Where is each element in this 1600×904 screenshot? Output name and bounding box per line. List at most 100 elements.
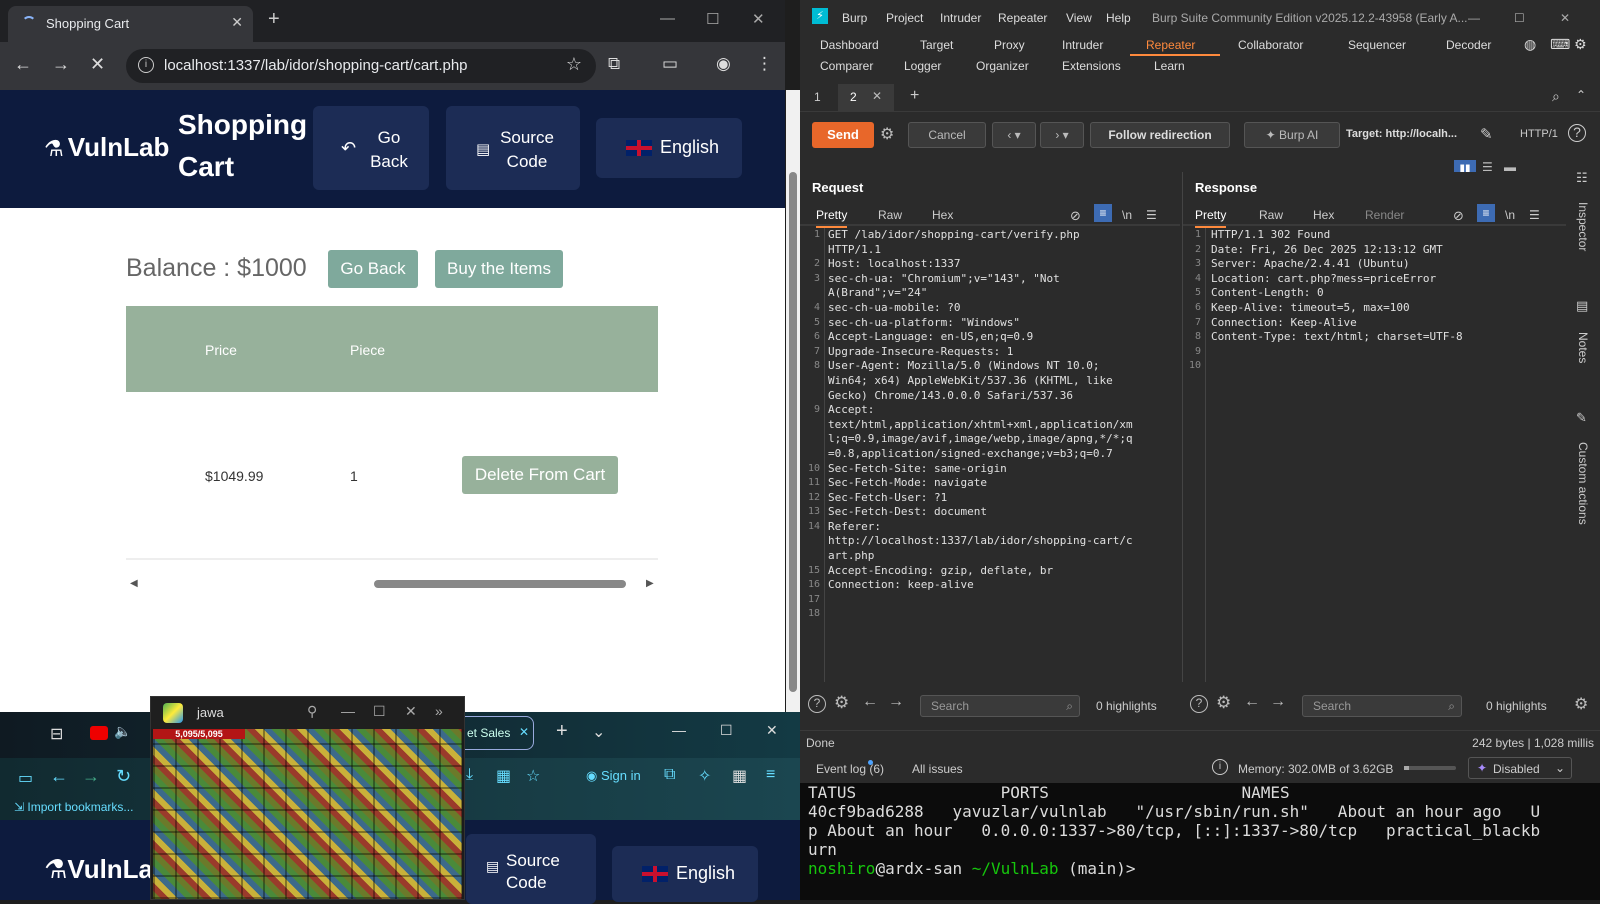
vulnlab-logo[interactable]: ⚗VulnLa xyxy=(44,854,153,885)
ai-disabled-dropdown[interactable]: ✦ Disabled ⌄ xyxy=(1468,757,1572,779)
stop-icon[interactable]: ✕ xyxy=(90,54,105,75)
download-icon[interactable]: ⤓ xyxy=(466,766,473,784)
tab-extensions[interactable]: Extensions xyxy=(1062,59,1121,73)
star-icon[interactable]: ☆ xyxy=(526,766,540,786)
minimize-icon[interactable]: — xyxy=(341,703,355,719)
newline-icon[interactable]: \n xyxy=(1122,208,1132,222)
profile-icon[interactable]: ◉ xyxy=(716,54,731,74)
bookmark-star-icon[interactable]: ☆ xyxy=(566,54,582,75)
menu-icon[interactable]: ⋮ xyxy=(756,54,773,74)
speaker-icon[interactable]: 🔈 xyxy=(114,723,131,740)
settings-gear-icon[interactable]: ⚙ xyxy=(1216,693,1231,713)
terminal-icon[interactable]: ⌨ xyxy=(1550,36,1570,53)
menu-burp[interactable]: Burp xyxy=(842,11,867,25)
tab-proxy[interactable]: Proxy xyxy=(994,38,1025,52)
settings-gear-icon[interactable]: ⚙ xyxy=(1574,694,1588,714)
pin-icon[interactable]: ⚲ xyxy=(307,703,317,720)
menu-project[interactable]: Project xyxy=(886,11,923,25)
tab-logger[interactable]: Logger xyxy=(904,59,941,73)
tab-target[interactable]: Target xyxy=(920,38,953,52)
close-window-icon[interactable]: ✕ xyxy=(405,703,417,720)
custom-actions-label[interactable]: Custom actions xyxy=(1576,442,1590,525)
burp-ai-button[interactable]: ✦ Burp AI xyxy=(1244,122,1340,148)
language-button[interactable]: English xyxy=(612,846,758,902)
minimize-icon[interactable]: — xyxy=(660,10,675,27)
settings-gear-icon[interactable]: ⚙ xyxy=(834,693,849,713)
buy-items-button[interactable]: Buy the Items xyxy=(435,250,563,288)
wrench-icon[interactable]: ✧ xyxy=(698,766,711,786)
prev-match-icon[interactable]: ← xyxy=(1244,693,1260,711)
extensions-icon[interactable]: ⧉ xyxy=(608,54,620,74)
notes-label[interactable]: Notes xyxy=(1576,332,1590,363)
add-tab-icon[interactable]: + xyxy=(910,87,919,105)
header-source-code-button[interactable]: ▤ Source Code xyxy=(446,106,580,190)
next-match-icon[interactable]: → xyxy=(888,693,904,711)
browser-tab[interactable]: Shopping Cart ✕ xyxy=(8,6,253,42)
chevron-down-icon[interactable]: ⌄ xyxy=(592,722,605,742)
help-icon[interactable]: ? xyxy=(1568,124,1586,142)
scroll-thumb[interactable] xyxy=(374,580,626,588)
apps-icon[interactable]: ▦ xyxy=(732,766,747,786)
request-search-input[interactable]: Search ⌕ xyxy=(920,695,1080,717)
wrap-icon[interactable]: ≡ xyxy=(1477,204,1495,222)
forward-icon[interactable]: → xyxy=(82,766,100,787)
wrap-icon[interactable]: ≡ xyxy=(1094,204,1112,222)
close-window-icon[interactable]: ✕ xyxy=(766,722,778,739)
settings-gear-icon[interactable]: ⚙ xyxy=(1574,36,1587,53)
menu-lines-icon[interactable]: ☰ xyxy=(1529,208,1540,222)
tab-learn[interactable]: Learn xyxy=(1154,59,1185,73)
tab-collaborator[interactable]: Collaborator xyxy=(1238,38,1303,52)
http-version[interactable]: HTTP/1 xyxy=(1520,128,1558,140)
sign-in-button[interactable]: ◉ Sign in xyxy=(586,768,641,784)
follow-redirection-button[interactable]: Follow redirection xyxy=(1090,122,1230,148)
inspector-icon[interactable]: ☷ xyxy=(1576,170,1588,186)
event-log-button[interactable]: Event log (6) xyxy=(816,762,884,776)
close-window-icon[interactable]: ✕ xyxy=(1560,11,1570,25)
minimize-icon[interactable]: — xyxy=(672,722,686,738)
response-search-input[interactable]: Search ⌕ xyxy=(1302,695,1462,717)
back-icon[interactable]: ← xyxy=(14,54,32,75)
cast-icon[interactable]: ▭ xyxy=(662,54,678,74)
send-button[interactable]: Send xyxy=(812,122,874,148)
request-tab-raw[interactable]: Raw xyxy=(878,208,902,222)
help-icon[interactable]: ? xyxy=(808,695,826,713)
delete-from-cart-button[interactable]: Delete From Cart xyxy=(462,456,618,494)
back-icon[interactable]: ← xyxy=(50,766,68,787)
vscroll-thumb[interactable] xyxy=(789,172,797,692)
source-code-button[interactable]: ▤ Source Code xyxy=(466,834,596,904)
terminal-window[interactable]: TATUS PORTS NAMES 40cf9bad6288 yavuzlar/… xyxy=(800,783,1600,900)
tab-decoder[interactable]: Decoder xyxy=(1446,38,1491,52)
menu-intruder[interactable]: Intruder xyxy=(940,11,981,25)
request-tab-hex[interactable]: Hex xyxy=(932,208,953,222)
maximize-icon[interactable]: ☐ xyxy=(706,10,719,28)
close-window-icon[interactable]: ✕ xyxy=(752,10,765,28)
all-issues-button[interactable]: All issues xyxy=(912,762,963,776)
history-back-button[interactable]: ‹ ▾ xyxy=(992,122,1036,148)
close-tab-icon[interactable]: ✕ xyxy=(519,725,529,739)
help-icon[interactable]: ? xyxy=(1190,695,1208,713)
request-editor[interactable]: GET /lab/idor/shopping-cart/verify.php HT… xyxy=(828,228,1133,622)
next-match-icon[interactable]: → xyxy=(1270,693,1286,711)
maximize-icon[interactable]: ☐ xyxy=(1514,11,1525,25)
tab-manager-icon[interactable]: ⊟ xyxy=(50,724,63,744)
search-icon[interactable]: ⌕ xyxy=(1552,88,1560,105)
repeater-tab-1[interactable]: 1 xyxy=(814,90,821,104)
response-editor[interactable]: HTTP/1.1 302 Found Date: Fri, 26 Dec 2025… xyxy=(1211,228,1463,374)
site-info-icon[interactable]: i xyxy=(138,57,154,73)
maximize-icon[interactable]: ☐ xyxy=(373,703,386,720)
game-screen[interactable] xyxy=(153,729,462,899)
globe-icon[interactable]: ◍ xyxy=(1524,36,1536,53)
menu-lines-icon[interactable]: ☰ xyxy=(1146,208,1157,222)
tab-sequencer[interactable]: Sequencer xyxy=(1348,38,1406,52)
menu-repeater[interactable]: Repeater xyxy=(998,11,1047,25)
import-bookmarks-link[interactable]: ⇲ Import bookmarks... xyxy=(14,800,133,814)
edit-target-icon[interactable]: ✎ xyxy=(1480,125,1493,143)
expand-icon[interactable]: » xyxy=(435,703,443,719)
header-go-back-button[interactable]: ↶ Go Back xyxy=(313,106,429,190)
menu-icon[interactable]: ≡ xyxy=(766,766,775,784)
menu-help[interactable]: Help xyxy=(1106,11,1131,25)
close-tab-icon[interactable]: ✕ xyxy=(231,14,243,31)
language-button[interactable]: English xyxy=(596,118,742,178)
repeater-tab-2[interactable]: 2 ✕ xyxy=(838,84,894,112)
newline-icon[interactable]: \n xyxy=(1505,208,1515,222)
